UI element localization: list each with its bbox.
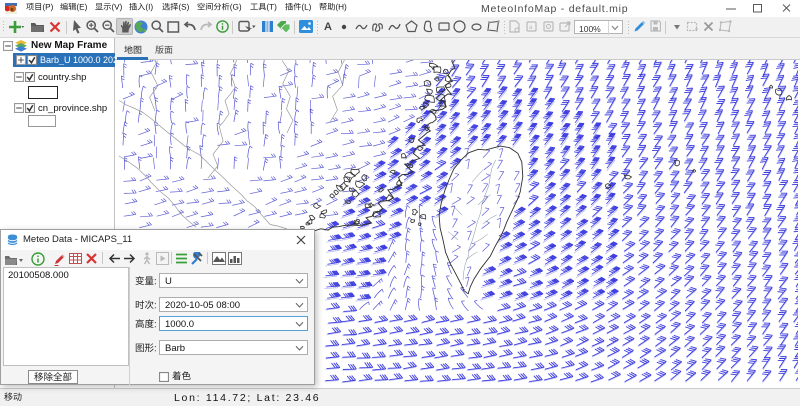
- svg-text:a: a: [529, 25, 533, 31]
